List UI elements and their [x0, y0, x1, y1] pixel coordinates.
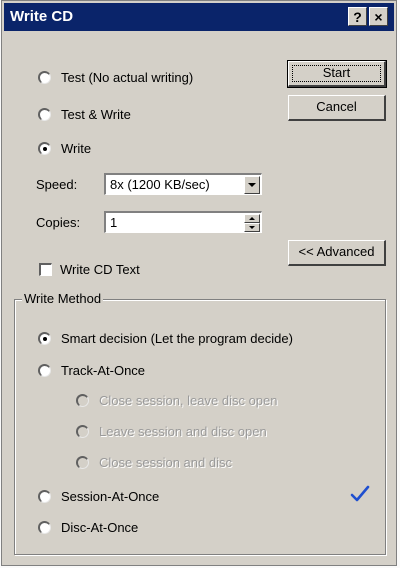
copies-down-arrow-icon[interactable]: [244, 223, 260, 232]
checkmark-icon: [350, 485, 370, 502]
close-button[interactable]: ×: [369, 7, 388, 26]
radio-close-session-leave-open-indicator: [76, 393, 89, 407]
radio-test-label: Test (No actual writing): [61, 69, 194, 85]
radio-session-at-once[interactable]: Session-At-Once: [38, 487, 159, 505]
radio-leave-session-disc-open-label: Leave session and disc open: [99, 423, 267, 439]
radio-smart-decision-indicator[interactable]: [38, 331, 51, 345]
advanced-button-label: << Advanced: [298, 244, 375, 259]
radio-session-at-once-label: Session-At-Once: [61, 488, 160, 504]
radio-smart-decision-label: Smart decision (Let the program decide): [61, 330, 293, 346]
radio-close-session-and-disc: Close session and disc: [76, 453, 232, 471]
cancel-button[interactable]: Cancel: [288, 95, 386, 121]
radio-test-and-write-indicator[interactable]: [38, 107, 51, 121]
speed-value: 8x (1200 KB/sec): [110, 177, 210, 192]
speed-dropdown-icon[interactable]: [244, 176, 260, 194]
speed-select[interactable]: 8x (1200 KB/sec): [104, 173, 262, 195]
radio-close-session-and-disc-label: Close session and disc: [99, 454, 232, 470]
radio-close-session-and-disc-indicator: [76, 455, 89, 469]
copies-label: Copies:: [36, 215, 81, 230]
write-cd-dialog: Write CD ? × Test (No actual writing) Te…: [1, 0, 397, 566]
radio-write-indicator[interactable]: [38, 141, 51, 155]
copies-up-arrow-icon[interactable]: [244, 214, 260, 223]
copies-spinner[interactable]: 1: [104, 211, 262, 233]
start-button[interactable]: Start: [287, 60, 387, 88]
help-button[interactable]: ?: [348, 7, 367, 26]
radio-leave-session-disc-open: Leave session and disc open: [76, 422, 267, 440]
radio-disc-at-once[interactable]: Disc-At-Once: [38, 518, 138, 536]
radio-close-session-leave-open-label: Close session, leave disc open: [99, 392, 278, 408]
title-bar[interactable]: Write CD ? ×: [4, 3, 394, 31]
cancel-button-label: Cancel: [316, 99, 357, 114]
write-cd-text-label[interactable]: Write CD Text: [60, 262, 140, 277]
copies-value: 1: [110, 215, 118, 230]
start-button-focus-ring: [292, 65, 381, 82]
radio-leave-session-disc-open-indicator: [76, 424, 89, 438]
radio-disc-at-once-indicator[interactable]: [38, 520, 51, 534]
radio-track-at-once-indicator[interactable]: [38, 363, 51, 377]
radio-smart-decision[interactable]: Smart decision (Let the program decide): [38, 329, 293, 347]
radio-test-and-write-label: Test & Write: [61, 106, 131, 122]
radio-test[interactable]: Test (No actual writing): [38, 68, 193, 86]
advanced-button[interactable]: << Advanced: [288, 240, 386, 266]
write-cd-text-checkbox[interactable]: [39, 263, 52, 276]
window-title: Write CD: [10, 8, 74, 25]
radio-disc-at-once-label: Disc-At-Once: [61, 519, 139, 535]
radio-write[interactable]: Write: [38, 139, 91, 157]
radio-test-and-write[interactable]: Test & Write: [38, 105, 131, 123]
radio-session-at-once-indicator[interactable]: [38, 489, 51, 503]
radio-write-label: Write: [61, 140, 92, 156]
radio-track-at-once-label: Track-At-Once: [61, 362, 146, 378]
radio-test-indicator[interactable]: [38, 70, 51, 84]
radio-track-at-once[interactable]: Track-At-Once: [38, 361, 145, 379]
radio-close-session-leave-open: Close session, leave disc open: [76, 391, 278, 409]
write-method-group-title: Write Method: [22, 291, 104, 306]
speed-label: Speed:: [36, 177, 78, 192]
